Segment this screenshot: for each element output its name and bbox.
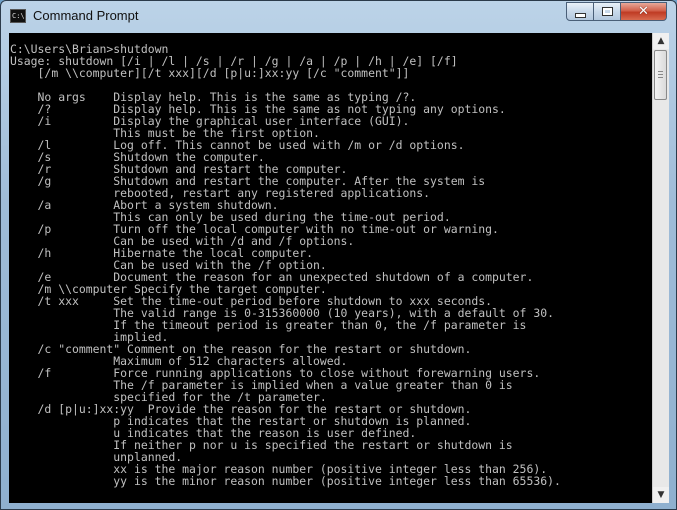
maximize-button[interactable] xyxy=(593,2,621,21)
window-title: Command Prompt xyxy=(33,8,139,23)
thumb-grip-line xyxy=(658,77,663,78)
console-output[interactable]: C:\Users\Brian>shutdown Usage: shutdown … xyxy=(9,33,652,503)
console-text: C:\Users\Brian>shutdown Usage: shutdown … xyxy=(10,43,561,487)
scroll-up-arrow-icon[interactable]: ▲ xyxy=(653,33,669,49)
maximize-icon xyxy=(601,7,613,16)
scroll-down-arrow-icon[interactable]: ▼ xyxy=(653,487,669,503)
console-line: yy is the minor reason number (positive … xyxy=(10,474,561,488)
thumb-grip-line xyxy=(658,71,663,72)
console-line: [/m \\computer][/t xxx][/d [p|u:]xx:yy [… xyxy=(10,66,410,80)
minimize-icon xyxy=(574,12,586,18)
thumb-grip-line xyxy=(658,74,663,75)
console-icon[interactable]: C:\ xyxy=(10,9,26,23)
command-prompt-window[interactable]: C:\ Command Prompt ✕ C:\Users\Brian>shut… xyxy=(0,0,677,510)
vertical-scrollbar[interactable]: ▲ ▼ xyxy=(652,33,669,503)
title-bar[interactable]: C:\ Command Prompt ✕ xyxy=(1,1,676,35)
minimize-button[interactable] xyxy=(566,2,594,21)
close-button[interactable]: ✕ xyxy=(620,2,667,21)
scroll-thumb[interactable] xyxy=(654,50,667,100)
close-icon: ✕ xyxy=(638,4,649,19)
